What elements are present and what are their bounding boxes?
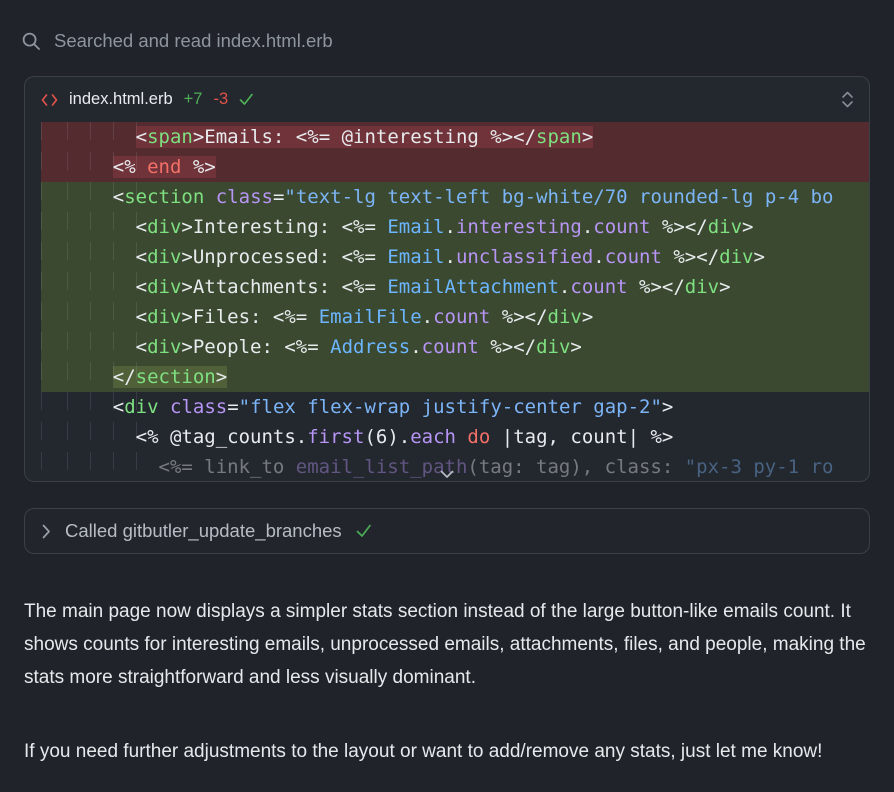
code-line: <% end %> <box>41 152 869 182</box>
code-line: <% @tag_counts.first(6).each do |tag, co… <box>41 422 869 452</box>
diff-code[interactable]: <span>Emails: <%= @interesting %></span>… <box>25 122 869 482</box>
search-status-label: Searched and read index.html.erb <box>54 30 333 52</box>
diff-deletions: -3 <box>213 90 228 109</box>
code-line: <div class="flex flex-wrap justify-cente… <box>41 392 869 422</box>
search-status-row[interactable]: Searched and read index.html.erb <box>22 30 333 52</box>
code-brackets-icon <box>41 93 58 107</box>
chevron-right-icon <box>42 524 51 539</box>
code-line: <div>Files: <%= EmailFile.count %></div> <box>41 302 869 332</box>
unfold-icon[interactable] <box>841 91 854 108</box>
code-line: <span>Emails: <%= @interesting %></span> <box>41 122 869 152</box>
code-line: </section> <box>41 362 869 392</box>
check-icon <box>356 524 372 538</box>
expand-diff-button[interactable] <box>438 468 457 481</box>
message-paragraph-2: If you need further adjustments to the l… <box>24 735 871 768</box>
search-icon <box>22 32 41 51</box>
code-line: <div>Interesting: <%= Email.interesting.… <box>41 212 869 242</box>
diff-panel: index.html.erb +7 -3 <span>Emails: <%= @… <box>24 76 870 482</box>
message-paragraph-1: The main page now displays a simpler sta… <box>24 595 871 694</box>
diff-additions: +7 <box>184 90 203 109</box>
tool-call-row[interactable]: Called gitbutler_update_branches <box>24 508 870 554</box>
code-line: <section class="text-lg text-left bg-whi… <box>41 182 869 212</box>
code-line: <div>Unprocessed: <%= Email.unclassified… <box>41 242 869 272</box>
diff-filename: index.html.erb <box>69 90 173 109</box>
check-icon <box>239 93 254 106</box>
chevron-down-icon <box>440 470 455 479</box>
tool-call-label: Called gitbutler_update_branches <box>65 520 342 542</box>
diff-panel-header[interactable]: index.html.erb +7 -3 <box>25 77 869 122</box>
code-line: <div>Attachments: <%= EmailAttachment.co… <box>41 272 869 302</box>
code-line: <div>People: <%= Address.count %></div> <box>41 332 869 362</box>
